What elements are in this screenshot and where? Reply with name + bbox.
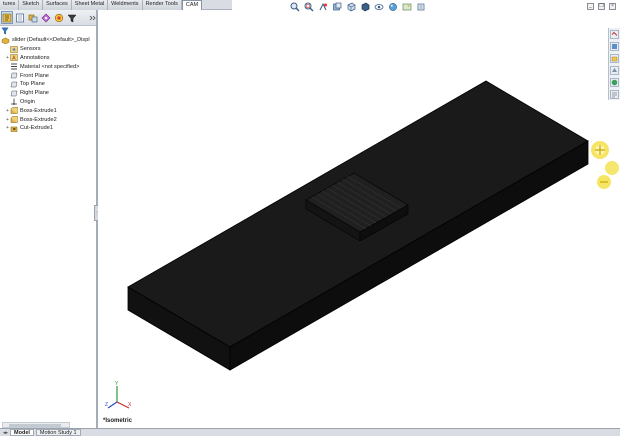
- annotations-icon: A: [10, 54, 18, 62]
- extrude-icon: [10, 107, 19, 115]
- triad-z-axis: [107, 401, 118, 409]
- graphics-area[interactable]: [98, 13, 608, 428]
- design-library-icon[interactable]: [610, 42, 619, 51]
- reference-triad: Y X Z: [105, 381, 132, 409]
- file-explorer-icon[interactable]: [610, 54, 619, 63]
- tree-item-sensors[interactable]: Sensors: [5, 45, 96, 54]
- feature-tree: slider (Default<<Default>_Displ Sensors …: [0, 36, 96, 133]
- view-settings-icon[interactable]: [414, 2, 427, 13]
- edit-appearance-icon[interactable]: [386, 2, 399, 13]
- tab-cam[interactable]: CAM: [181, 0, 203, 10]
- command-manager-tabs: tures Sketch Surfaces Sheet Metal Weldme…: [0, 0, 232, 10]
- view-orientation-icon[interactable]: [344, 2, 357, 13]
- apply-scene-icon[interactable]: [400, 2, 413, 13]
- custom-properties-icon[interactable]: [610, 90, 619, 99]
- material-icon: [10, 63, 18, 70]
- manager-tabs-toolbar: [0, 10, 96, 26]
- tab-motion-study-1[interactable]: Motion Study 1: [35, 429, 81, 436]
- dimxpert-manager-icon[interactable]: [40, 11, 52, 24]
- display-style-icon[interactable]: [358, 2, 371, 13]
- plane-icon: [10, 90, 18, 97]
- tree-item-cut-extrude1[interactable]: + Cut-Extrude1: [5, 124, 96, 133]
- plane-icon: [10, 72, 18, 79]
- feature-manager-icon[interactable]: [1, 11, 13, 24]
- tab-render-tools[interactable]: Render Tools: [142, 0, 182, 10]
- configuration-manager-icon[interactable]: [27, 11, 39, 24]
- tree-item-label: Annotations: [20, 54, 50, 61]
- property-manager-icon[interactable]: [14, 11, 26, 24]
- part-icon: [1, 37, 10, 45]
- window-controls: _ ❐ ×: [587, 3, 616, 10]
- tree-item-label: Origin: [20, 98, 35, 105]
- tree-item-label: Sensors: [20, 46, 41, 53]
- tab-weldments[interactable]: Weldments: [108, 0, 143, 10]
- tree-item-part[interactable]: slider (Default<<Default>_Displ: [1, 36, 96, 45]
- tree-item-label: Cut-Extrude1: [20, 125, 53, 132]
- feature-manager-panel: slider (Default<<Default>_Displ Sensors …: [0, 10, 98, 436]
- expand-panel-icon[interactable]: [86, 11, 98, 24]
- heads-up-view-toolbar: [288, 1, 427, 13]
- tree-item-origin[interactable]: Origin: [5, 98, 96, 107]
- triad-z-label: Z: [105, 402, 108, 408]
- filter-icon: [1, 27, 9, 35]
- tab-sketch[interactable]: Sketch: [19, 0, 44, 10]
- tree-item-label: slider (Default<<Default>_Displ: [12, 37, 90, 44]
- tree-filter[interactable]: [0, 26, 96, 36]
- view-orientation-label: *Isometric: [103, 418, 133, 424]
- task-pane: [608, 28, 620, 100]
- bottom-tab-bar: ◂▸ Model Motion Study 1: [0, 428, 620, 436]
- tab-model[interactable]: Model: [10, 429, 34, 436]
- tree-item-front-plane[interactable]: Front Plane: [5, 71, 96, 80]
- zoom-area-icon[interactable]: [302, 2, 315, 13]
- tree-item-label: Right Plane: [20, 90, 49, 97]
- triad-y-label: Y: [115, 381, 119, 387]
- triad-x-label: X: [128, 402, 132, 408]
- tree-item-right-plane[interactable]: Right Plane: [5, 89, 96, 98]
- cam-manager-icon[interactable]: [66, 11, 78, 24]
- close-icon[interactable]: ×: [609, 3, 616, 10]
- minimize-icon[interactable]: _: [587, 3, 594, 10]
- tree-item-boss-extrude2[interactable]: + Boss-Extrude2: [5, 115, 96, 124]
- isometric-model-view: [127, 80, 589, 371]
- tree-item-label: Top Plane: [20, 81, 45, 88]
- tree-item-label: Front Plane: [20, 72, 49, 79]
- tree-item-annotations[interactable]: + A Annotations: [5, 54, 96, 63]
- tree-item-top-plane[interactable]: Top Plane: [5, 80, 96, 89]
- extrude-icon: [10, 116, 19, 123]
- previous-view-icon[interactable]: [316, 2, 329, 13]
- tree-item-label: Boss-Extrude1: [20, 107, 57, 114]
- sensors-icon: [10, 45, 18, 53]
- hide-show-items-icon[interactable]: [372, 2, 385, 13]
- tab-surfaces[interactable]: Surfaces: [43, 0, 72, 10]
- rotate-view-widget[interactable]: [588, 138, 620, 196]
- display-manager-icon[interactable]: [53, 11, 65, 24]
- tab-scroll-left-icon[interactable]: ◂▸: [3, 430, 8, 436]
- cut-extrude-icon: [10, 125, 18, 132]
- appearances-icon[interactable]: [610, 78, 619, 87]
- solidworks-resources-icon[interactable]: [610, 30, 619, 39]
- tab-features[interactable]: tures: [0, 0, 20, 10]
- restore-icon[interactable]: ❐: [598, 3, 605, 10]
- zoom-to-fit-icon[interactable]: [288, 2, 301, 13]
- tree-item-label: Boss-Extrude2: [20, 116, 57, 123]
- origin-icon: [10, 98, 18, 106]
- section-view-icon[interactable]: [330, 2, 343, 13]
- tree-item-label: Material <not specified>: [20, 63, 80, 70]
- tab-sheet-metal[interactable]: Sheet Metal: [71, 0, 109, 10]
- plane-icon: [10, 81, 18, 88]
- view-palette-icon[interactable]: [610, 66, 619, 75]
- tree-item-material[interactable]: Material <not specified>: [5, 62, 96, 71]
- tree-item-boss-extrude1[interactable]: + Boss-Extrude1: [5, 106, 96, 115]
